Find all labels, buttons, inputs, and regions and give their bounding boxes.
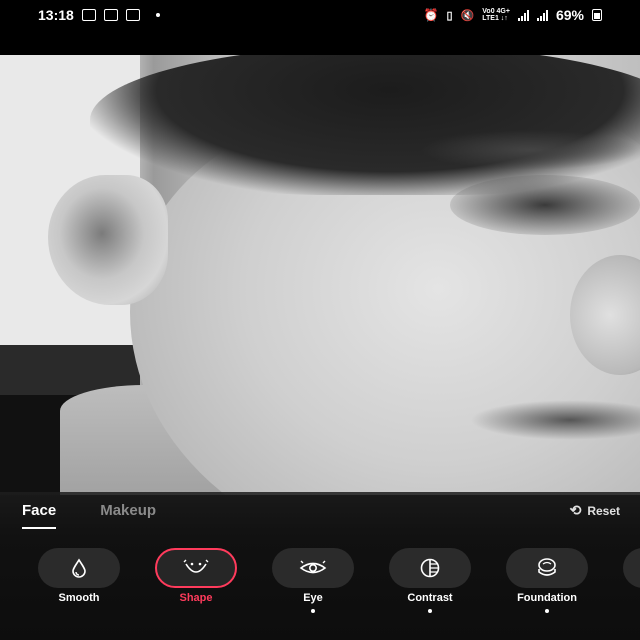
tool-shape[interactable]: Shape xyxy=(155,548,237,613)
tab-face[interactable]: Face xyxy=(22,502,57,529)
battery-icon xyxy=(592,9,602,21)
foundation-icon xyxy=(538,558,556,576)
tool-foundation-dot xyxy=(545,609,549,613)
status-left: 13:18 xyxy=(38,7,160,23)
beauty-panel: Face Makeup ⟲ Reset Smooth Shape Eye Con… xyxy=(0,492,640,640)
tool-eye-label: Eye xyxy=(303,592,323,604)
tool-shape-button[interactable] xyxy=(155,548,237,588)
photo-canvas[interactable] xyxy=(0,55,640,495)
tool-shape-label: Shape xyxy=(179,592,213,604)
gallery-icon xyxy=(81,9,96,21)
mute-icon: 🔇 xyxy=(460,9,475,22)
tab-makeup[interactable]: Makeup xyxy=(100,502,156,529)
reset-button[interactable]: ⟲ Reset xyxy=(570,502,620,519)
category-tabs: Face Makeup xyxy=(22,502,156,529)
shopping-bag-icon xyxy=(125,9,140,21)
signal-1-icon xyxy=(517,9,529,21)
eye-icon xyxy=(299,560,327,574)
tool-smooth[interactable]: Smooth xyxy=(38,548,120,613)
contrast-icon xyxy=(420,558,440,578)
tool-foundation-button[interactable] xyxy=(506,548,588,588)
face-shape-icon xyxy=(183,559,209,573)
eyebrow xyxy=(420,130,640,170)
tool-smooth-button[interactable] xyxy=(38,548,120,588)
network-type: Vo0 4G+ LTE1 ↓↑ xyxy=(482,8,510,22)
reset-label: Reset xyxy=(587,503,620,518)
tool-smooth-label: Smooth xyxy=(58,592,100,604)
status-bar: 13:18 ⏰ ▯ 🔇 Vo0 4G+ LTE1 ↓↑ 69% xyxy=(0,0,640,30)
tool-contrast[interactable]: Contrast xyxy=(389,548,471,613)
drop-icon xyxy=(72,558,86,578)
tool-eye-button[interactable] xyxy=(272,548,354,588)
tool-foundation-label: Foundation xyxy=(517,592,577,604)
tool-eye-dot xyxy=(311,609,315,613)
more-icon xyxy=(636,558,640,578)
clock: 13:18 xyxy=(38,7,74,23)
tool-contrast-button[interactable] xyxy=(389,548,471,588)
battery-percent: 69% xyxy=(555,7,584,23)
tool-contrast-dot xyxy=(428,609,432,613)
vibrate-icon: ▯ xyxy=(446,9,453,22)
tool-more-button[interactable] xyxy=(623,548,640,588)
status-right: ⏰ ▯ 🔇 Vo0 4G+ LTE1 ↓↑ 69% xyxy=(424,7,602,23)
tool-row: Smooth Shape Eye Contrast Foundation xyxy=(38,548,640,613)
calendar-icon xyxy=(103,9,118,21)
reset-icon: ⟲ xyxy=(569,502,582,518)
eye xyxy=(450,175,640,235)
ear xyxy=(48,175,168,305)
tool-contrast-label: Contrast xyxy=(407,592,453,604)
tool-foundation[interactable]: Foundation xyxy=(506,548,588,613)
tool-eye[interactable]: Eye xyxy=(272,548,354,613)
alarm-icon: ⏰ xyxy=(423,8,439,22)
notification-dot-icon xyxy=(155,13,160,17)
tool-more[interactable] xyxy=(623,548,640,613)
signal-2-icon xyxy=(536,9,548,21)
hair xyxy=(90,55,640,195)
